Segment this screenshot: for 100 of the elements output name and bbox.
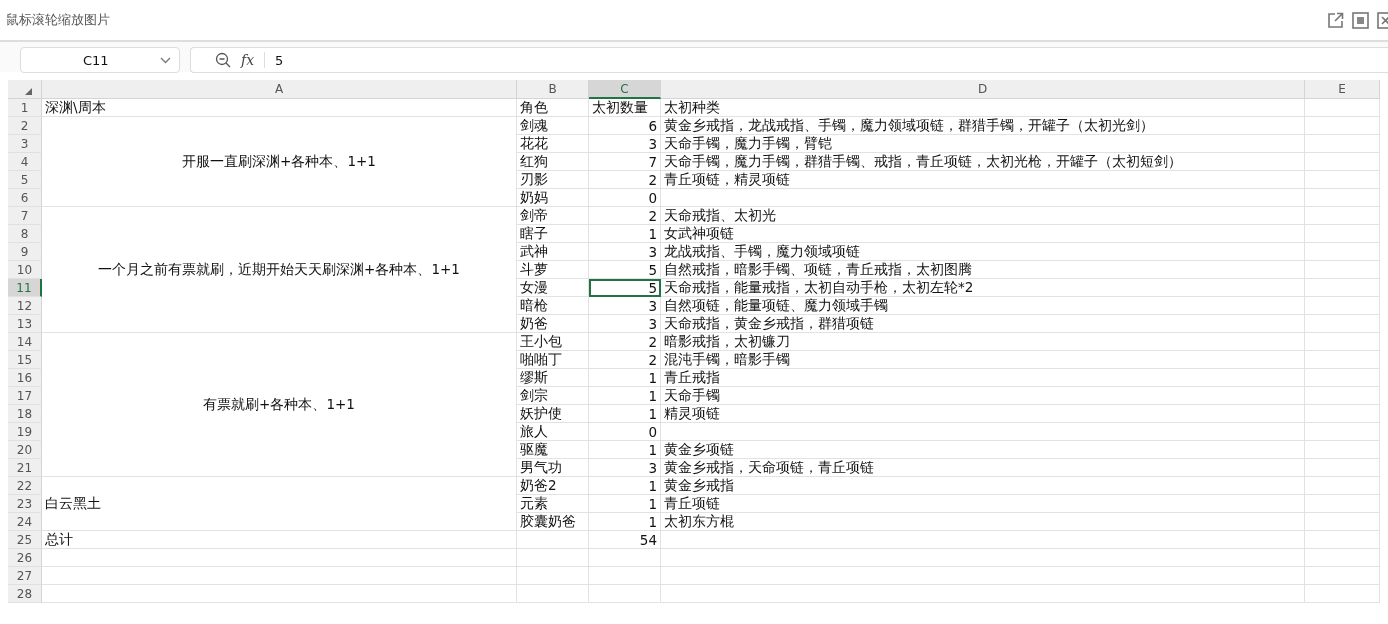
table-cell: 青丘戒指 bbox=[661, 369, 1305, 387]
row-header[interactable]: 11 bbox=[8, 279, 42, 297]
table-cell: 红狗 bbox=[517, 153, 589, 171]
row-header[interactable]: 1 bbox=[8, 99, 42, 117]
chevron-down-icon bbox=[160, 56, 171, 64]
table-cell: 1 bbox=[589, 495, 661, 513]
table-cell: 2 bbox=[589, 351, 661, 369]
table-cell: 1 bbox=[589, 513, 661, 531]
table-cell: 太初种类 bbox=[661, 99, 1305, 117]
table-cell: 暗枪 bbox=[517, 297, 589, 315]
row-header[interactable]: 8 bbox=[8, 225, 42, 243]
row-header[interactable]: 20 bbox=[8, 441, 42, 459]
table-cell: 7 bbox=[589, 153, 661, 171]
table-cell: 天命戒指、太初光 bbox=[661, 207, 1305, 225]
column-header[interactable]: C bbox=[589, 80, 661, 99]
table-cell: 0 bbox=[589, 189, 661, 207]
row-header[interactable]: 24 bbox=[8, 513, 42, 531]
row-header[interactable]: 18 bbox=[8, 405, 42, 423]
table-cell: 3 bbox=[589, 459, 661, 477]
table-cell: 黄金乡戒指 bbox=[661, 477, 1305, 495]
column-header[interactable]: B bbox=[517, 80, 589, 99]
table-cell: 3 bbox=[589, 297, 661, 315]
row-header[interactable]: 28 bbox=[8, 585, 42, 603]
row-header[interactable]: 27 bbox=[8, 567, 42, 585]
row-header[interactable]: 13 bbox=[8, 315, 42, 333]
row-header[interactable]: 17 bbox=[8, 387, 42, 405]
row-header[interactable]: 2 bbox=[8, 117, 42, 135]
table-cell: 刃影 bbox=[517, 171, 589, 189]
table-cell: 2 bbox=[589, 207, 661, 225]
row-header[interactable]: 4 bbox=[8, 153, 42, 171]
table-cell: 黄金乡项链 bbox=[661, 441, 1305, 459]
table-cell: 2 bbox=[589, 333, 661, 351]
table-cell: 剑宗 bbox=[517, 387, 589, 405]
table-cell: 男气功 bbox=[517, 459, 589, 477]
table-cell: 3 bbox=[589, 135, 661, 153]
row-header[interactable]: 15 bbox=[8, 351, 42, 369]
row-header[interactable]: 3 bbox=[8, 135, 42, 153]
table-cell: 太初数量 bbox=[589, 99, 661, 117]
table-cell: 瞎子 bbox=[517, 225, 589, 243]
table-cell: 奶爸 bbox=[517, 315, 589, 333]
row-header[interactable]: 23 bbox=[8, 495, 42, 513]
table-cell: 开服一直刷深渊+各种本、1+1 bbox=[42, 117, 517, 207]
column-header[interactable]: A bbox=[42, 80, 517, 99]
row-header[interactable]: 14 bbox=[8, 333, 42, 351]
table-cell: 1 bbox=[589, 441, 661, 459]
table-cell: 天命戒指，能量戒指，太初自动手枪，太初左轮*2 bbox=[661, 279, 1305, 297]
column-header[interactable]: D bbox=[661, 80, 1305, 99]
table-cell: 元素 bbox=[517, 495, 589, 513]
name-box[interactable]: C11 bbox=[20, 47, 180, 73]
table-cell: 1 bbox=[589, 387, 661, 405]
row-header[interactable]: 22 bbox=[8, 477, 42, 495]
popout-icon[interactable] bbox=[1327, 11, 1344, 29]
table-cell: 混沌手镯，暗影手镯 bbox=[661, 351, 1305, 369]
table-cell: 角色 bbox=[517, 99, 589, 117]
table-cell: 1 bbox=[589, 225, 661, 243]
table-cell: 6 bbox=[589, 117, 661, 135]
formula-field[interactable]: 5 bbox=[275, 52, 284, 68]
table-cell: 剑帝 bbox=[517, 207, 589, 225]
zoom-out-icon[interactable] bbox=[215, 52, 231, 68]
table-cell: 缪斯 bbox=[517, 369, 589, 387]
select-all-icon[interactable] bbox=[25, 88, 32, 95]
maximize-icon[interactable] bbox=[1352, 11, 1369, 29]
table-cell: 54 bbox=[589, 531, 661, 549]
table-cell: 白云黑土 bbox=[42, 477, 517, 531]
table-cell: 深渊\周本 bbox=[42, 99, 517, 117]
function-label[interactable]: fx bbox=[241, 52, 255, 68]
table-cell: 1 bbox=[589, 405, 661, 423]
table-cell: 天命戒指，黄金乡戒指，群猎项链 bbox=[661, 315, 1305, 333]
table-cell: 女漫 bbox=[517, 279, 589, 297]
table-cell: 总计 bbox=[42, 531, 517, 549]
table-cell: 3 bbox=[589, 243, 661, 261]
row-header[interactable]: 10 bbox=[8, 261, 42, 279]
table-cell: 驱魔 bbox=[517, 441, 589, 459]
table-cell: 5 bbox=[589, 261, 661, 279]
table-cell: 武神 bbox=[517, 243, 589, 261]
window-title: 鼠标滚轮缩放图片 bbox=[6, 11, 110, 29]
table-cell: 斗萝 bbox=[517, 261, 589, 279]
row-header[interactable]: 25 bbox=[8, 531, 42, 549]
table-cell: 黄金乡戒指，天命项链，青丘项链 bbox=[661, 459, 1305, 477]
row-header[interactable]: 26 bbox=[8, 549, 42, 567]
row-header[interactable]: 21 bbox=[8, 459, 42, 477]
row-header[interactable]: 12 bbox=[8, 297, 42, 315]
row-header[interactable]: 7 bbox=[8, 207, 42, 225]
table-cell: 0 bbox=[589, 423, 661, 441]
row-header[interactable]: 16 bbox=[8, 369, 42, 387]
row-header[interactable]: 19 bbox=[8, 423, 42, 441]
row-header[interactable]: 9 bbox=[8, 243, 42, 261]
table-cell: 妖护使 bbox=[517, 405, 589, 423]
table-cell: 自然戒指，暗影手镯、项链，青丘戒指，太初图腾 bbox=[661, 261, 1305, 279]
table-cell: 胶囊奶爸 bbox=[517, 513, 589, 531]
row-header[interactable]: 5 bbox=[8, 171, 42, 189]
table-cell: 5 bbox=[589, 279, 661, 297]
table-cell: 奶妈 bbox=[517, 189, 589, 207]
table-cell: 青丘项链 bbox=[661, 495, 1305, 513]
table-cell: 奶爸2 bbox=[517, 477, 589, 495]
table-cell: 青丘项链，精灵项链 bbox=[661, 171, 1305, 189]
table-cell: 太初东方棍 bbox=[661, 513, 1305, 531]
column-header[interactable]: E bbox=[1305, 80, 1380, 99]
table-cell: 花花 bbox=[517, 135, 589, 153]
row-header[interactable]: 6 bbox=[8, 189, 42, 207]
